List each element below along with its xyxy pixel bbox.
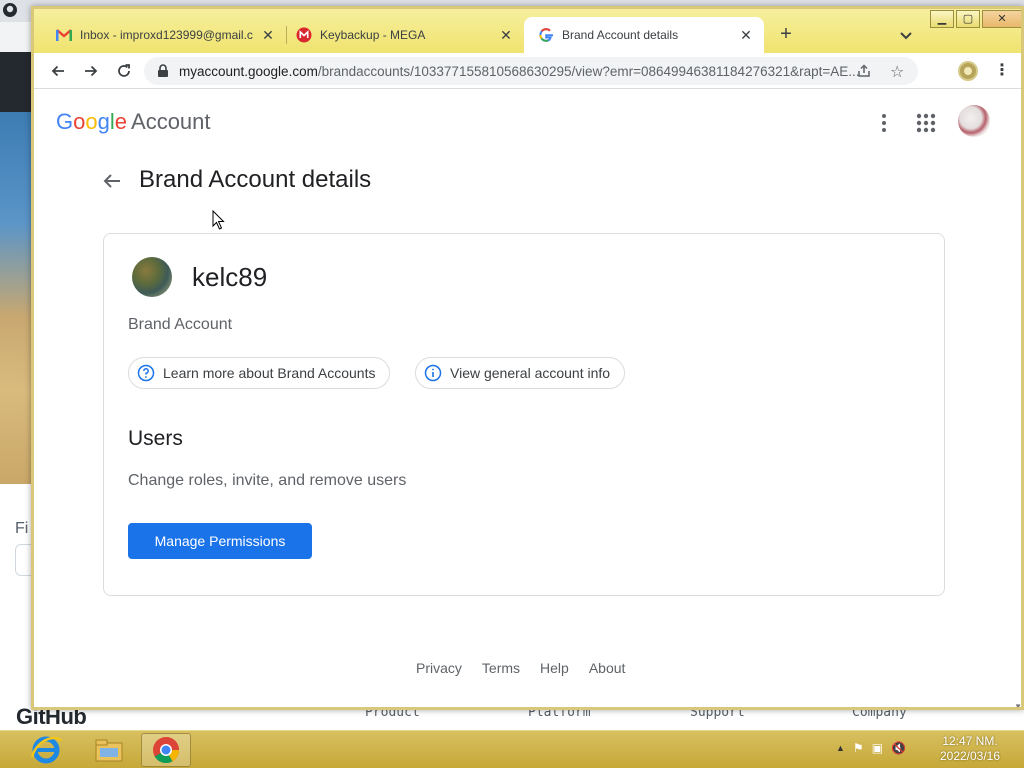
logo-letter: g — [97, 109, 110, 134]
file-explorer-button[interactable] — [84, 733, 134, 767]
arrow-right-icon — [85, 65, 98, 77]
logo-account-word: Account — [131, 109, 211, 134]
url-path: /brandaccounts/103377155810568630295/vie… — [317, 64, 860, 79]
manage-permissions-button[interactable]: Manage Permissions — [128, 523, 312, 559]
share-icon[interactable] — [856, 63, 872, 79]
learn-more-chip[interactable]: Learn more about Brand Accounts — [128, 357, 391, 389]
star-icon[interactable]: ☆ — [890, 62, 904, 82]
volume-muted-icon[interactable]: 🔇 — [891, 741, 906, 755]
gmail-icon — [56, 27, 72, 43]
system-clock[interactable]: 12:47 NM. 2022/03/16 — [930, 734, 1010, 764]
back-arrow-icon[interactable] — [100, 169, 124, 193]
tab-title: Brand Account details — [562, 28, 679, 42]
internet-explorer-icon[interactable] — [28, 733, 64, 767]
view-account-info-chip[interactable]: View general account info — [415, 357, 626, 389]
scrollbar[interactable]: ▼ — [1012, 89, 1021, 707]
file-explorer-icon — [95, 739, 123, 762]
chrome-taskbar-button[interactable] — [141, 733, 191, 767]
tab-search-icon[interactable] — [896, 25, 916, 45]
url-text[interactable]: myaccount.google.com/brandaccounts/10337… — [179, 64, 869, 79]
github-icon — [3, 3, 17, 17]
logo-letter: o — [85, 109, 98, 134]
chip-label: View general account info — [450, 365, 611, 381]
help-link[interactable]: Help — [540, 660, 569, 676]
new-tab-button[interactable]: + — [774, 23, 798, 47]
tab-title: Keybackup - MEGA — [320, 28, 426, 42]
brand-account-card: kelc89 Brand Account Learn more about Br… — [103, 233, 945, 596]
tab-title: Inbox - improxd123999@gmail.c — [80, 28, 253, 42]
background-partial-label: Fi — [15, 520, 29, 537]
taskbar: ▲ ⚑ ▣ 🔇 12:47 NM. 2022/03/16 — [0, 730, 1024, 768]
users-subtitle: Change roles, invite, and remove users — [128, 472, 407, 489]
url-host: myaccount.google.com — [179, 64, 318, 79]
clock-date: 2022/03/16 — [939, 749, 1001, 763]
maximize-button[interactable]: ▢ — [956, 10, 980, 28]
mouse-cursor-icon — [212, 210, 225, 230]
page-title: Brand Account details — [139, 166, 372, 193]
tab-brand-account[interactable]: Brand Account details ✕ — [524, 17, 764, 53]
browser-toolbar: myaccount.google.com/brandaccounts/10337… — [34, 53, 1021, 89]
chrome-icon — [153, 737, 180, 764]
background-header — [0, 52, 34, 112]
logo-letter: o — [73, 109, 86, 134]
google-account-logo[interactable]: Google Account — [56, 109, 211, 135]
tab-strip: Inbox - improxd123999@gmail.c ✕ Keybacku… — [34, 9, 1021, 53]
action-center-flag-icon[interactable]: ⚑ — [853, 741, 864, 755]
logo-letter: e — [114, 109, 128, 134]
account-type: Brand Account — [128, 316, 233, 333]
chip-label: Learn more about Brand Accounts — [163, 365, 376, 381]
info-circle-icon — [424, 364, 442, 382]
tab-inbox[interactable]: Inbox - improxd123999@gmail.c ✕ — [34, 17, 286, 53]
clock-time: 12:47 NM. — [942, 734, 998, 748]
footer-links: Privacy Terms Help About — [416, 660, 625, 676]
logo-letter: G — [56, 109, 74, 134]
terms-link[interactable]: Terms — [482, 660, 520, 676]
mega-icon — [296, 27, 312, 43]
close-icon[interactable]: ✕ — [738, 27, 754, 43]
reload-button[interactable] — [112, 59, 136, 83]
help-circle-icon — [137, 364, 155, 382]
system-tray: ▲ ⚑ ▣ 🔇 — [836, 741, 906, 755]
account-name: kelc89 — [192, 262, 268, 292]
minimize-button[interactable]: ▁ — [930, 10, 954, 28]
arrow-left-icon — [51, 65, 64, 77]
back-button[interactable] — [46, 59, 70, 83]
background-hero-image — [0, 112, 34, 484]
more-options-icon[interactable] — [872, 111, 896, 135]
profile-avatar[interactable] — [958, 105, 990, 137]
tab-mega[interactable]: Keybackup - MEGA ✕ — [274, 17, 524, 53]
brand-account-avatar — [132, 257, 172, 297]
background-toolbar: 🔒 — [0, 22, 34, 65]
about-link[interactable]: About — [589, 660, 626, 676]
chrome-menu-icon[interactable]: ⋮ — [992, 61, 1012, 81]
privacy-link[interactable]: Privacy — [416, 660, 462, 676]
chrome-window: Inbox - improxd123999@gmail.c ✕ Keybacku… — [31, 6, 1024, 710]
address-bar[interactable]: myaccount.google.com/brandaccounts/10337… — [144, 57, 918, 85]
close-icon[interactable]: ✕ — [498, 27, 514, 43]
show-hidden-icons-icon[interactable]: ▲ — [836, 743, 845, 753]
users-heading: Users — [128, 427, 183, 450]
reload-icon — [118, 64, 130, 77]
lock-icon[interactable] — [156, 64, 170, 78]
network-icon[interactable]: ▣ — [872, 741, 883, 755]
extension-icon[interactable] — [958, 61, 978, 81]
page-content: Google Account Brand Account details kelc… — [34, 89, 1021, 707]
google-icon — [538, 27, 554, 43]
window-close-button[interactable]: ✕ — [982, 10, 1021, 28]
scroll-down-arrow-icon[interactable]: ▼ — [1014, 702, 1021, 707]
forward-button[interactable] — [79, 59, 103, 83]
apps-grid-icon[interactable] — [914, 111, 938, 135]
